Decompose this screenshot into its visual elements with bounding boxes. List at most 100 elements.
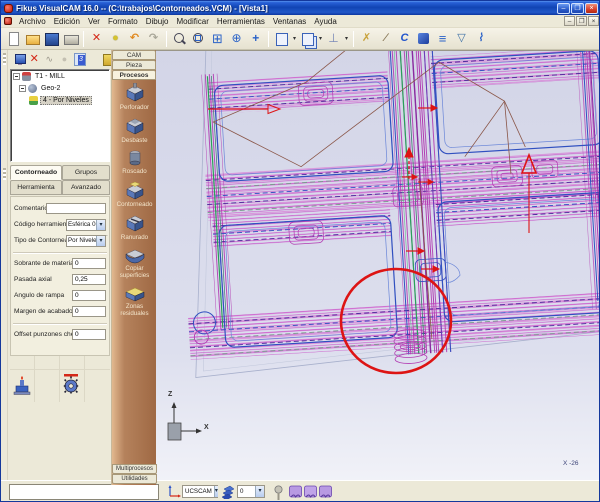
delete-operation-icon[interactable]: ✕ xyxy=(28,53,40,66)
redo-icon[interactable]: ↷ xyxy=(145,30,162,47)
maximize-button[interactable]: ❐ xyxy=(571,3,584,14)
view-copy-icon[interactable] xyxy=(273,30,290,47)
filter-icon[interactable]: ▽ xyxy=(453,30,470,47)
tab-utilidades[interactable]: Utilidades xyxy=(112,474,157,484)
mdi-restore-button[interactable]: ❐ xyxy=(576,16,587,26)
simulate-icon[interactable] xyxy=(58,53,70,66)
print-icon[interactable] xyxy=(62,30,79,47)
collapse-icon[interactable] xyxy=(19,85,26,92)
viewport[interactable]: Z X X -26 Y 0.768 Z -2 xyxy=(156,50,600,480)
chevron-down-icon[interactable]: ▾ xyxy=(96,220,105,230)
menu-modificar[interactable]: Modificar xyxy=(172,16,212,27)
tab-multiprocesos[interactable]: Multiprocesos xyxy=(112,464,157,474)
title-bar[interactable]: Fikus VisualCAM 16.0 -- (C:\trabajos\Con… xyxy=(1,1,600,15)
process-ranurado[interactable]: Ranurado xyxy=(112,213,157,241)
process-desbaste[interactable]: Desbaste xyxy=(112,116,157,144)
margen-acabado-input[interactable] xyxy=(72,306,106,317)
command-input[interactable] xyxy=(9,484,159,500)
zoom-window-icon[interactable] xyxy=(190,30,207,47)
process-contorneado[interactable]: Contorneado xyxy=(112,180,157,208)
process-box-icon xyxy=(122,180,148,200)
gear-stop-icon[interactable] xyxy=(62,372,80,394)
tab-procesos[interactable]: Procesos xyxy=(112,70,156,80)
tab-grupos[interactable]: Grupos xyxy=(62,165,110,180)
chevron-down-icon[interactable]: ▾ xyxy=(255,486,264,497)
signature-icon[interactable]: ∿ xyxy=(43,53,55,66)
menu-ventanas[interactable]: Ventanas xyxy=(269,16,310,27)
process-perforador[interactable]: Perforador xyxy=(112,83,157,111)
mdi-close-button[interactable]: × xyxy=(588,16,599,26)
menu-edicion[interactable]: Edición xyxy=(50,16,84,27)
ucs-axes-icon[interactable] xyxy=(167,485,181,499)
tool-icon xyxy=(22,72,31,81)
delete-icon[interactable]: ✕ xyxy=(88,30,105,47)
exit-icon[interactable] xyxy=(99,53,111,66)
minimize-button[interactable]: – xyxy=(557,3,570,14)
surface-2-icon[interactable] xyxy=(304,485,317,500)
pasada-axial-input[interactable] xyxy=(72,274,106,285)
tree-item-geometry[interactable]: Geo-2 xyxy=(11,82,109,94)
pan-icon[interactable]: + xyxy=(247,30,264,47)
tree-item-tool[interactable]: T1 - MILL xyxy=(11,70,109,82)
cut-icon[interactable]: ✗ xyxy=(358,30,375,47)
view-paste-icon[interactable] xyxy=(299,30,316,47)
codigo-herramienta-select[interactable]: Esférica 01 ▾ xyxy=(66,219,106,231)
point-icon[interactable] xyxy=(107,30,124,47)
tab-pieza[interactable]: Pieza xyxy=(112,60,156,70)
splitter-grip[interactable] xyxy=(3,168,6,180)
field-tipo-contorneado: Tipo de Contorneado Por Niveles ▾ xyxy=(13,234,107,249)
toolpath-icon[interactable]: ⌇ xyxy=(472,30,489,47)
surface-3-icon[interactable] xyxy=(319,485,332,500)
operations-tree[interactable]: T1 - MILL Geo-2 4 - Por Niveles xyxy=(10,69,110,162)
process-copiar-superficies[interactable]: Copiar superficies xyxy=(112,246,157,279)
splitter-grip[interactable] xyxy=(3,53,6,65)
magnet-icon[interactable] xyxy=(273,485,284,500)
main-toolbar: ✕ ↶ ↷ ⊞ ⊕ + ▾ ▾ ⊥ ▾ ✗ ∕ C ≡ ▽ ⌇ xyxy=(1,28,600,50)
dropdown-arrow-icon[interactable]: ▾ xyxy=(291,35,298,42)
workplanes-icon[interactable]: ≡ xyxy=(434,30,451,47)
machine-icon[interactable] xyxy=(13,374,31,396)
offset-punzones-input[interactable] xyxy=(72,329,106,340)
process-roscado[interactable]: Roscado xyxy=(112,149,157,175)
mdi-minimize-button[interactable]: – xyxy=(564,16,575,26)
solid-icon[interactable] xyxy=(415,30,432,47)
menu-ver[interactable]: Ver xyxy=(84,16,104,27)
orbit-icon[interactable]: ⊕ xyxy=(228,30,245,47)
surface-1-icon[interactable] xyxy=(289,485,302,500)
zoom-fit-icon[interactable]: ⊞ xyxy=(209,30,226,47)
new-icon[interactable] xyxy=(5,30,22,47)
menu-formato[interactable]: Formato xyxy=(104,16,142,27)
angulo-rampa-input[interactable] xyxy=(72,290,106,301)
collapse-icon[interactable] xyxy=(13,73,20,80)
layers-icon[interactable] xyxy=(222,485,235,499)
open-icon[interactable] xyxy=(24,30,41,47)
close-button[interactable]: × xyxy=(585,3,598,14)
tab-avanzado[interactable]: Avanzado xyxy=(62,180,110,195)
zoom-in-icon[interactable] xyxy=(171,30,188,47)
tab-herramienta[interactable]: Herramienta xyxy=(10,180,62,195)
dropdown-arrow-icon[interactable]: ▾ xyxy=(317,35,324,42)
dropdown-arrow-icon[interactable]: ▾ xyxy=(343,35,350,42)
menu-herramientas[interactable]: Herramientas xyxy=(213,16,269,27)
layer-select[interactable]: 0 ▾ xyxy=(237,485,265,498)
undo-icon[interactable]: ↶ xyxy=(126,30,143,47)
tab-contorneado[interactable]: Contorneado xyxy=(10,165,62,180)
tipo-contorneado-select[interactable]: Por Niveles ▾ xyxy=(66,235,106,247)
sobrante-input[interactable] xyxy=(72,258,106,269)
plot-tree-icon[interactable]: ⊥ xyxy=(325,30,342,47)
postprocess-icon[interactable] xyxy=(13,53,25,66)
chevron-down-icon[interactable]: ▾ xyxy=(96,236,105,246)
menu-ayuda[interactable]: Ayuda xyxy=(310,16,341,27)
chevron-down-icon[interactable]: ▾ xyxy=(214,486,218,497)
process-zonas-residuales[interactable]: Zonas residuales xyxy=(112,284,157,317)
comentario-input[interactable] xyxy=(46,203,106,214)
ucs-select[interactable]: UCSCAM ▾ xyxy=(182,485,218,498)
save-icon[interactable] xyxy=(43,30,60,47)
c-axis-icon[interactable]: C xyxy=(396,30,413,47)
tree-item-operation[interactable]: 4 - Por Niveles xyxy=(11,94,109,106)
menu-archivo[interactable]: Archivo xyxy=(15,16,50,27)
tab-cam[interactable]: CAM xyxy=(112,50,156,60)
menu-dibujo[interactable]: Dibujo xyxy=(142,16,173,27)
pencil-icon[interactable]: ∕ xyxy=(377,30,394,47)
calculate-icon[interactable] xyxy=(74,53,86,66)
